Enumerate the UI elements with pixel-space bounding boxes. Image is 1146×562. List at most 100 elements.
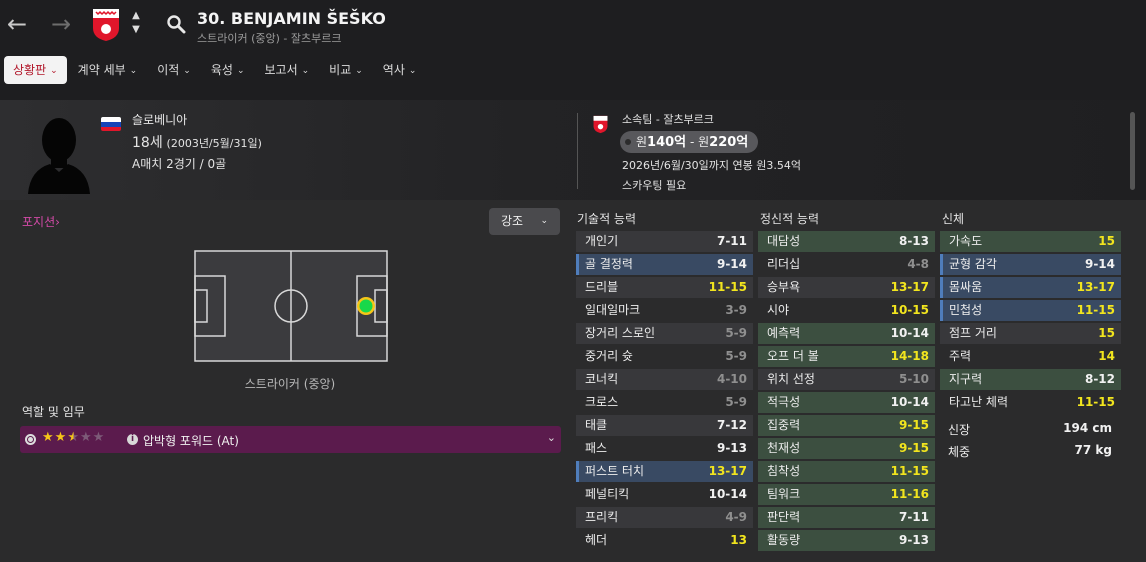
attribute-name: 위치 선정 bbox=[767, 372, 815, 386]
attribute-name: 침착성 bbox=[767, 464, 801, 478]
tab-history[interactable]: 역사 ⌄ bbox=[374, 56, 426, 84]
attribute-value: 8-12 bbox=[1084, 372, 1115, 386]
chevron-down-icon: ⌄ bbox=[183, 66, 191, 76]
international-caps: A매치 2경기 / 0골 bbox=[132, 157, 227, 171]
technical-attribute-row[interactable]: 페널티킥 10-14 bbox=[576, 484, 753, 505]
physical-attribute-row[interactable]: 점프 거리 15 bbox=[940, 323, 1121, 344]
physical-attribute-row[interactable]: 민첩성 11-15 bbox=[940, 300, 1121, 321]
mental-attribute-row[interactable]: 천재성 9-15 bbox=[758, 438, 935, 459]
highlight-dropdown[interactable]: 강조 ⌄ bbox=[489, 208, 560, 235]
technical-attribute-row[interactable]: 코너킥 4-10 bbox=[576, 369, 753, 390]
mental-attribute-row[interactable]: 판단력 7-11 bbox=[758, 507, 935, 528]
mental-attribute-row[interactable]: 위치 선정 5-10 bbox=[758, 369, 935, 390]
technical-attribute-row[interactable]: 중거리 슛 5-9 bbox=[576, 346, 753, 367]
physical-attribute-row[interactable]: 지구력 8-12 bbox=[940, 369, 1121, 390]
mental-attribute-row[interactable]: 대담성 8-13 bbox=[758, 231, 935, 252]
back-arrow-icon[interactable]: ← bbox=[2, 10, 32, 38]
info-icon[interactable]: i bbox=[127, 434, 138, 445]
slovenia-flag-icon bbox=[101, 117, 121, 131]
search-icon[interactable] bbox=[166, 14, 186, 34]
tab-development[interactable]: 육성 ⌄ bbox=[202, 56, 254, 84]
attribute-name: 승부욕 bbox=[767, 280, 801, 294]
chevron-down-icon: ⌄ bbox=[408, 66, 417, 76]
attribute-value: 4-10 bbox=[716, 372, 747, 386]
scrollbar[interactable] bbox=[1130, 112, 1135, 190]
physical-attribute-row[interactable]: 가속도 15 bbox=[940, 231, 1121, 252]
mental-attribute-row[interactable]: 리더십 4-8 bbox=[758, 254, 935, 275]
mental-attribute-row[interactable]: 침착성 11-15 bbox=[758, 461, 935, 482]
attribute-value: 7-11 bbox=[898, 510, 929, 524]
player-subtitle[interactable]: 스트라이커 (중앙) - 잘츠부르크 bbox=[197, 30, 341, 46]
attribute-value: 9-13 bbox=[716, 441, 747, 455]
mental-attribute-row[interactable]: 예측력 10-14 bbox=[758, 323, 935, 344]
tab-reports[interactable]: 보고서 ⌄ bbox=[255, 56, 318, 84]
stars-full: ★★ bbox=[42, 430, 68, 445]
attribute-name: 헤더 bbox=[585, 533, 608, 547]
attribute-name: 균형 감각 bbox=[949, 257, 997, 271]
attribute-value: 5-9 bbox=[725, 326, 747, 340]
attribute-name: 가속도 bbox=[949, 234, 983, 248]
technical-attribute-row[interactable]: 골 결정력 9-14 bbox=[576, 254, 753, 275]
mental-attribute-row[interactable]: 승부욕 13-17 bbox=[758, 277, 935, 298]
mental-attribute-row[interactable]: 활동량 9-13 bbox=[758, 530, 935, 551]
attribute-value: 15 bbox=[1098, 326, 1115, 340]
tab-contract[interactable]: 계약 세부 ⌄ bbox=[69, 56, 147, 84]
mental-attribute-row[interactable]: 오프 더 볼 14-18 bbox=[758, 346, 935, 367]
technical-attribute-row[interactable]: 장거리 스로인 5-9 bbox=[576, 323, 753, 344]
contract-info: 2026년/6월/30일까지 연봉 원3.54억 bbox=[622, 159, 801, 172]
divider bbox=[577, 113, 578, 189]
technical-attribute-row[interactable]: 헤더 13 bbox=[576, 530, 753, 551]
attribute-name: 프리킥 bbox=[585, 510, 619, 524]
position-link[interactable]: 포지션› bbox=[22, 213, 60, 230]
value-high: 220억 bbox=[709, 135, 749, 150]
club-crest-icon[interactable] bbox=[92, 8, 120, 42]
forward-arrow-icon[interactable]: → bbox=[46, 10, 76, 38]
role-selector[interactable]: ★★★★★ i 압박형 포워드 (At) ⌄ bbox=[20, 426, 561, 453]
physical-attribute-row[interactable]: 주력 14 bbox=[940, 346, 1121, 367]
tab-compare[interactable]: 비교 ⌄ bbox=[320, 56, 372, 84]
mental-attribute-row[interactable]: 집중력 9-15 bbox=[758, 415, 935, 436]
club-crest-small-icon[interactable] bbox=[593, 115, 608, 134]
age: 18세 bbox=[132, 135, 163, 151]
mental-attribute-row[interactable]: 팀워크 11-16 bbox=[758, 484, 935, 505]
physical-attribute-row[interactable]: 타고난 체력 11-15 bbox=[940, 392, 1121, 413]
attribute-name: 점프 거리 bbox=[949, 326, 997, 340]
attribute-name: 주력 bbox=[949, 349, 972, 363]
attribute-value: 4-8 bbox=[907, 257, 929, 271]
tab-overview[interactable]: 상황판 ⌄ bbox=[4, 56, 67, 84]
tab-transfer[interactable]: 이적 ⌄ bbox=[148, 56, 200, 84]
attribute-name: 페널티킥 bbox=[585, 487, 630, 501]
chevron-down-icon: ⌄ bbox=[129, 66, 138, 76]
chevron-down-icon[interactable]: ⌄ bbox=[547, 431, 556, 444]
technical-attribute-row[interactable]: 퍼스트 터치 13-17 bbox=[576, 461, 753, 482]
attribute-name: 민첩성 bbox=[949, 303, 983, 317]
attribute-value: 7-12 bbox=[716, 418, 747, 432]
club-line[interactable]: 소속팀 - 잘츠부르크 bbox=[622, 111, 714, 127]
attribute-name: 집중력 bbox=[767, 418, 801, 432]
technical-attribute-row[interactable]: 드리블 11-15 bbox=[576, 277, 753, 298]
tab-label: 비교 bbox=[329, 63, 352, 77]
height-row: 신장 194 cm bbox=[948, 421, 1112, 437]
star-half: ★ bbox=[67, 430, 80, 445]
technical-attribute-row[interactable]: 일대일마크 3-9 bbox=[576, 300, 753, 321]
attribute-value: 13-17 bbox=[890, 280, 929, 294]
physical-attribute-row[interactable]: 균형 감각 9-14 bbox=[940, 254, 1121, 275]
mental-attribute-row[interactable]: 적극성 10-14 bbox=[758, 392, 935, 413]
position-marker[interactable] bbox=[359, 299, 373, 313]
birth-date: (2003년/5월/31일) bbox=[166, 137, 262, 150]
technical-attribute-row[interactable]: 태클 7-12 bbox=[576, 415, 753, 436]
technical-attribute-row[interactable]: 개인기 7-11 bbox=[576, 231, 753, 252]
technical-attribute-row[interactable]: 프리킥 4-9 bbox=[576, 507, 753, 528]
mental-attribute-row[interactable]: 시야 10-15 bbox=[758, 300, 935, 321]
nationality[interactable]: 슬로베니아 bbox=[132, 111, 187, 128]
switch-player-icon[interactable]: ▲ ▼ bbox=[130, 9, 142, 37]
attribute-value: 4-9 bbox=[725, 510, 747, 524]
attribute-value: 9-14 bbox=[716, 257, 747, 271]
physical-attribute-row[interactable]: 몸싸움 13-17 bbox=[940, 277, 1121, 298]
technical-attribute-row[interactable]: 크로스 5-9 bbox=[576, 392, 753, 413]
role-radio-icon[interactable] bbox=[25, 434, 36, 445]
pitch-diagram bbox=[194, 250, 388, 362]
roles-label: 역할 및 임무 bbox=[22, 405, 85, 419]
height-value: 194 cm bbox=[1063, 421, 1112, 435]
technical-attribute-row[interactable]: 패스 9-13 bbox=[576, 438, 753, 459]
